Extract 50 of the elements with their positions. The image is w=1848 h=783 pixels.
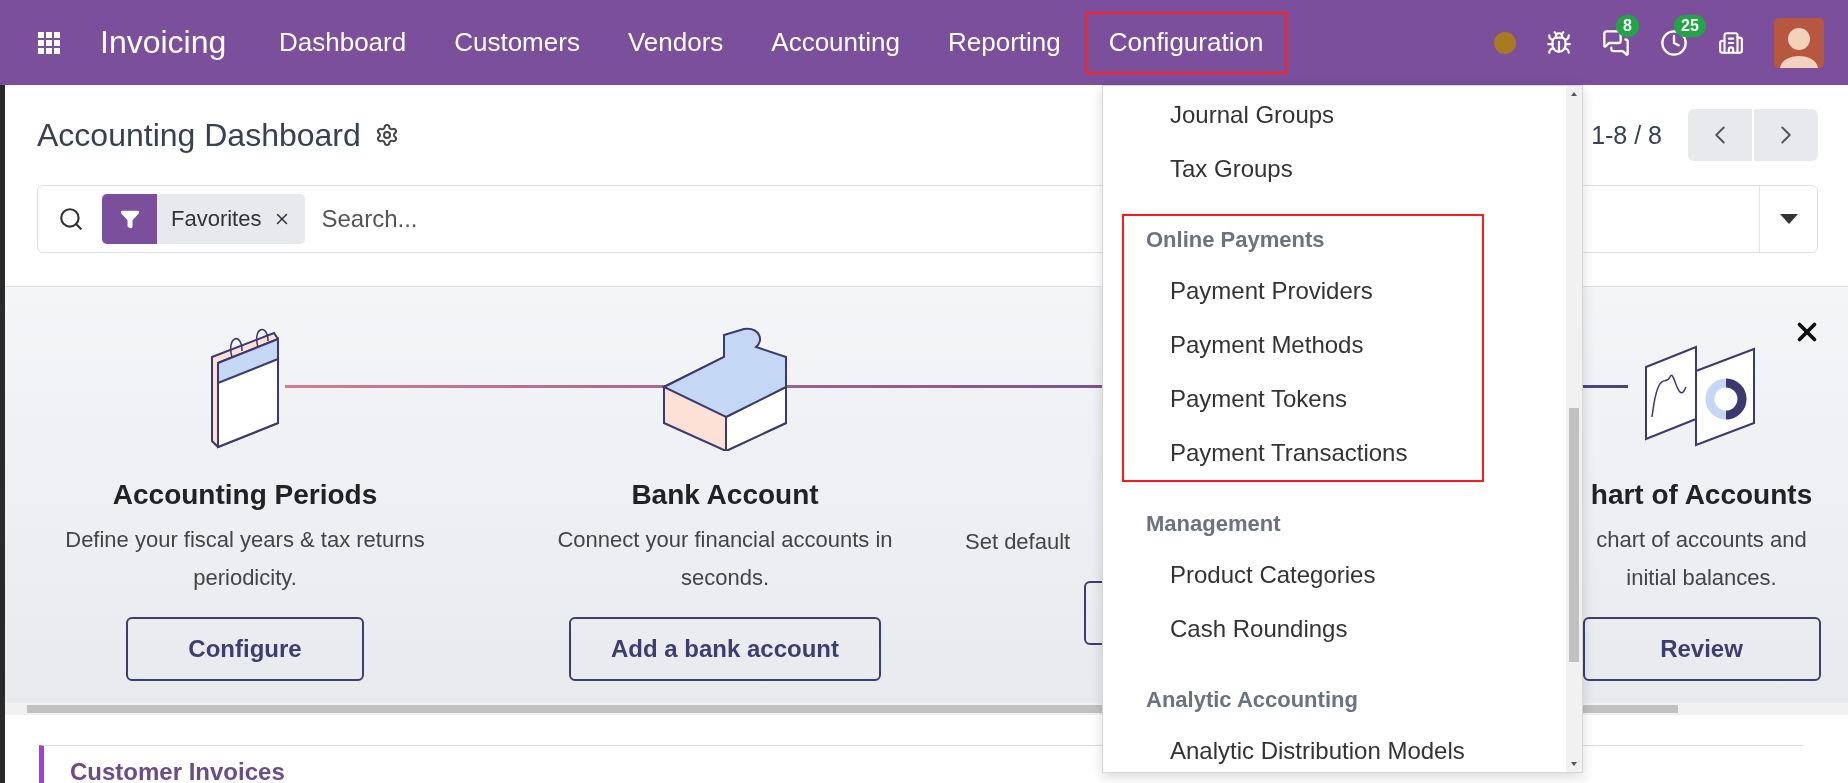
activity-count-badge: 25 [1674,14,1706,37]
step-description: chart of accounts and initial balances. [1596,526,1807,592]
filter-facet[interactable]: Favorites [102,194,306,244]
dropdown-item[interactable]: Payment Transactions [1124,426,1482,480]
scrollbar-thumb[interactable] [1569,408,1579,662]
search-icon[interactable] [58,206,84,232]
scroll-up-icon[interactable] [1569,90,1579,98]
menu-item[interactable]: Vendors [603,11,748,74]
step-button[interactable]: Configure [126,617,364,681]
menu-item[interactable]: Accounting [747,11,924,74]
app-name[interactable]: Invoicing [100,24,255,61]
vertical-scrollbar[interactable] [1566,86,1582,772]
status-dot[interactable] [1494,31,1516,54]
puzzle-icon [660,327,790,451]
facet-label: Favorites [170,206,263,232]
step-button[interactable]: Add a bank account [568,617,881,681]
step-button[interactable]: Review [1582,617,1821,681]
apps-menu-icon[interactable] [38,31,60,54]
dropdown-item[interactable]: Analytic Distribution Models [1124,724,1482,772]
dropdown-item[interactable]: Payment Tokens [1124,372,1482,426]
calendar-icon [208,327,282,451]
step-description: Connect your financial accounts in seconds. [557,526,893,592]
debug-icon[interactable] [1546,29,1572,56]
step-title: Accounting Periods [112,479,378,511]
section-header: Management [1145,510,1282,538]
menu-item[interactable]: Reporting [923,11,1085,74]
menu-item[interactable]: Customers [430,11,604,74]
dropdown-item[interactable]: Journal Groups [1124,88,1482,142]
step-title: Bank Account [631,479,819,511]
step-title: hart of Accounts [1590,479,1813,511]
step-description: Set default [965,528,1071,556]
page-title: Accounting Dashboard [37,116,361,154]
step-description: Define your fiscal years & tax returns periodicity. [65,526,425,592]
card-title[interactable]: Customer Invoices [70,758,285,783]
section-header: Analytic Accounting [1145,686,1359,714]
menu-item[interactable]: Dashboard [255,11,431,74]
menu-item[interactable]: Configuration [1084,11,1288,74]
avatar[interactable] [1774,17,1824,68]
filter-icon [119,209,140,229]
caret-icon [1779,214,1798,224]
section-header: Online Payments [1145,226,1326,254]
message-count-badge: 8 [1616,14,1639,37]
settings-icon[interactable] [374,123,399,147]
building-icon[interactable] [1718,29,1744,56]
dropdown-item[interactable]: Product Categories [1124,548,1482,602]
pager-value[interactable]: 1-8 / 8 [1591,120,1662,150]
dropdown-item[interactable]: Cash Roundings [1124,602,1482,656]
scroll-down-icon[interactable] [1569,760,1579,768]
dropdown-item[interactable]: Payment Methods [1124,318,1482,372]
dropdown-item[interactable]: Payment Providers [1124,264,1482,318]
